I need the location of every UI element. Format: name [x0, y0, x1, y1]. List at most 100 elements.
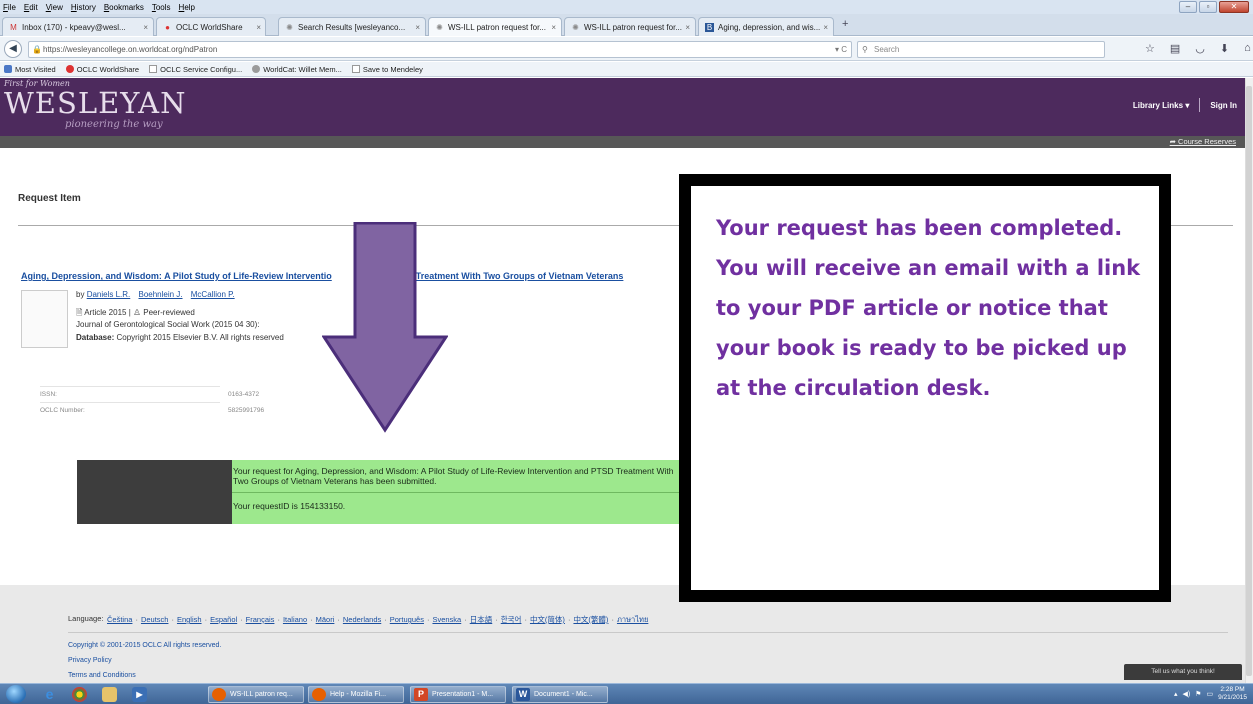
- tab-aging-depression[interactable]: B Aging, depression, and wis... ×: [698, 17, 834, 36]
- chrome-icon[interactable]: [72, 687, 87, 702]
- page-icon: [351, 65, 360, 73]
- ie-icon[interactable]: e: [42, 687, 57, 702]
- menu-bookmarks[interactable]: Bookmarks: [104, 3, 144, 12]
- close-window-button[interactable]: ✕: [1219, 1, 1249, 13]
- search-input[interactable]: ⚲ Search: [857, 41, 1105, 58]
- tab-ws-ill[interactable]: ✺ WS-ILL patron request for... ×: [564, 17, 696, 36]
- tab-oclc-worldshare[interactable]: ● OCLC WorldShare ×: [156, 17, 266, 36]
- language-link[interactable]: Nederlands: [343, 615, 381, 624]
- scrollbar-thumb[interactable]: [1246, 86, 1252, 676]
- tab-inbox[interactable]: M Inbox (170) - kpeavy@wesl... ×: [2, 17, 154, 36]
- oclc-number-label: OCLC Number:: [40, 407, 85, 414]
- privacy-policy-link[interactable]: Privacy Policy: [68, 657, 112, 664]
- language-link[interactable]: 日本語: [470, 615, 493, 624]
- start-button[interactable]: [6, 685, 26, 703]
- bookmark-oclc-service-config[interactable]: OCLC Service Configu...: [149, 65, 242, 74]
- reload-icon[interactable]: ▾ C: [835, 42, 847, 57]
- folder-icon[interactable]: [102, 687, 117, 702]
- clock[interactable]: 2:28 PM 9/21/2015: [1218, 686, 1247, 702]
- bookmark-most-visited[interactable]: Most Visited: [4, 65, 56, 74]
- language-link[interactable]: Français: [246, 615, 275, 624]
- bookmark-oclc-worldshare[interactable]: OCLC WorldShare: [65, 65, 139, 74]
- minimize-button[interactable]: –: [1179, 1, 1197, 13]
- menu-tools[interactable]: Tools: [152, 3, 171, 12]
- library-links-menu[interactable]: Library Links ▾: [1133, 101, 1190, 110]
- language-link[interactable]: Svenska: [432, 615, 461, 624]
- wesleyan-logo[interactable]: WESLEYAN: [4, 86, 186, 120]
- author-link[interactable]: McCallion P.: [191, 290, 235, 299]
- home-icon[interactable]: ⌂: [1244, 42, 1251, 55]
- close-icon[interactable]: ×: [415, 23, 420, 32]
- language-separator: ·: [384, 615, 387, 624]
- close-icon[interactable]: ×: [551, 23, 556, 32]
- powerpoint-icon: P: [414, 688, 428, 701]
- volume-icon[interactable]: ◀): [1182, 690, 1190, 698]
- clipboard-icon[interactable]: ▤: [1170, 42, 1180, 55]
- sign-in-link[interactable]: Sign In: [1210, 101, 1237, 110]
- new-tab-icon[interactable]: +: [842, 18, 848, 30]
- media-player-icon[interactable]: ▶: [132, 687, 147, 702]
- feedback-button[interactable]: Tell us what you think!: [1124, 664, 1242, 680]
- close-icon[interactable]: ×: [143, 23, 148, 32]
- taskbar-item-powerpoint[interactable]: P Presentation1 - M...: [410, 686, 506, 703]
- language-link[interactable]: Māori: [316, 615, 335, 624]
- language-link[interactable]: Português: [390, 615, 424, 624]
- worldcat-icon: ✺: [572, 22, 579, 32]
- tab-search-results[interactable]: ✺ Search Results [wesleyanco... ×: [278, 17, 426, 36]
- by-label: by: [76, 290, 85, 299]
- down-arrow-annotation: [322, 222, 448, 433]
- close-icon[interactable]: ×: [256, 23, 261, 32]
- clock-date: 9/21/2015: [1218, 694, 1247, 701]
- tray-arrow-icon[interactable]: ▴: [1174, 690, 1178, 698]
- menu-file[interactable]: File: [3, 3, 16, 12]
- taskbar-item-firefox-ws-ill[interactable]: WS-ILL patron req...: [208, 686, 304, 703]
- bookmark-label: Most Visited: [15, 64, 56, 74]
- taskbar-item-label: Document1 - Mic...: [534, 691, 593, 698]
- author-link[interactable]: Boehnlein J.: [139, 290, 183, 299]
- download-icon[interactable]: ⬇: [1220, 42, 1229, 55]
- author-link[interactable]: Daniels L.R.: [87, 290, 131, 299]
- menu-edit[interactable]: Edit: [24, 3, 38, 12]
- bookmark-label: WorldCat: Willet Mem...: [263, 64, 342, 74]
- menu-history[interactable]: History: [71, 3, 96, 12]
- url-bar[interactable]: 🔒 https://wesleyancollege.on.worldcat.or…: [28, 41, 852, 58]
- confirmation-sidebar: [77, 460, 232, 524]
- network-icon[interactable]: ▭: [1206, 690, 1213, 698]
- author-line: by Daniels L.R. Boehnlein J. McCallion P…: [76, 290, 241, 299]
- language-link[interactable]: Italiano: [283, 615, 307, 624]
- word-icon: W: [516, 688, 530, 701]
- close-icon[interactable]: ×: [823, 23, 828, 32]
- oclc-number-value: 5825991796: [228, 407, 265, 414]
- course-reserves-link[interactable]: ➦ Course Reserves: [1170, 137, 1236, 146]
- flag-icon[interactable]: ⚑: [1195, 690, 1201, 698]
- bookmark-save-to-mendeley[interactable]: Save to Mendeley: [351, 65, 423, 74]
- pocket-icon[interactable]: ◡: [1195, 42, 1205, 55]
- language-link[interactable]: 中文(简体): [530, 615, 565, 624]
- bookmark-worldcat-willet[interactable]: WorldCat: Willet Mem...: [252, 65, 342, 74]
- language-link[interactable]: ภาษาไทย: [617, 615, 648, 624]
- navigation-bar: ◀ 🔒 https://wesleyancollege.on.worldcat.…: [0, 37, 1253, 61]
- menu-view[interactable]: View: [46, 3, 63, 12]
- tab-ws-ill-active[interactable]: ✺ WS-ILL patron request for... ×: [428, 17, 562, 36]
- taskbar: e ▶ WS-ILL patron req... Help - Mozilla …: [0, 683, 1253, 704]
- language-link[interactable]: Čeština: [107, 615, 132, 624]
- tab-label: Inbox (170) - kpeavy@wesl...: [22, 22, 126, 32]
- back-arrow-icon[interactable]: ◀: [4, 40, 22, 58]
- maximize-button[interactable]: ▫: [1199, 1, 1217, 13]
- site-header: First for Women WESLEYAN pioneering the …: [0, 78, 1245, 136]
- star-icon[interactable]: ☆: [1145, 42, 1155, 55]
- language-link[interactable]: 한국어: [501, 615, 522, 624]
- close-icon[interactable]: ×: [685, 23, 690, 32]
- language-link[interactable]: English: [177, 615, 202, 624]
- system-tray: ▴ ◀) ⚑ ▭ 2:28 PM 9/21/2015: [1174, 686, 1247, 702]
- language-link[interactable]: Deutsch: [141, 615, 169, 624]
- language-link[interactable]: Español: [210, 615, 237, 624]
- language-link[interactable]: 中文(繁體): [573, 615, 608, 624]
- taskbar-item-firefox-help[interactable]: Help - Mozilla Fi...: [308, 686, 404, 703]
- menu-help[interactable]: Help: [179, 3, 195, 12]
- terms-link[interactable]: Terms and Conditions: [68, 672, 136, 679]
- taskbar-item-label: Presentation1 - M...: [432, 691, 494, 698]
- taskbar-item-word[interactable]: W Document1 - Mic...: [512, 686, 608, 703]
- toolbar-icons: ☆ ▤ ◡ ⬇ ⌂ ≡: [1145, 42, 1253, 55]
- taskbar-item-label: WS-ILL patron req...: [230, 691, 293, 698]
